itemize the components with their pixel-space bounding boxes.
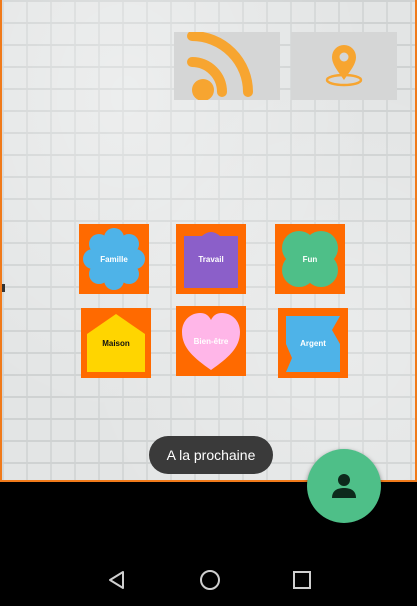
category-argent-button[interactable]: Argent: [278, 308, 348, 378]
category-label: Bien-être: [193, 336, 229, 346]
category-travail-button[interactable]: Travail: [176, 224, 246, 294]
rss-icon: [187, 31, 253, 101]
profile-fab-button[interactable]: [307, 449, 381, 523]
category-label: Travail: [198, 254, 224, 264]
recent-square-icon: [293, 571, 311, 589]
toast-text: A la prochaine: [166, 447, 256, 463]
rss-button[interactable]: [174, 31, 280, 101]
category-fun-button[interactable]: Fun: [275, 224, 345, 294]
back-triangle-icon: [109, 571, 124, 589]
phone-screen: Famille Travail Fun Maison Bien-être Arg…: [0, 0, 417, 606]
toast-message: A la prochaine: [149, 436, 273, 474]
location-button[interactable]: [291, 32, 397, 100]
category-label: Famille: [100, 254, 128, 264]
category-bienetre-button[interactable]: Bien-être: [176, 306, 246, 376]
home-circle-icon: [200, 570, 220, 590]
category-famille-button[interactable]: Famille: [79, 224, 149, 294]
category-label: Maison: [102, 338, 130, 348]
edge-marker: [2, 284, 5, 292]
nav-recent-apps-button[interactable]: [289, 567, 315, 593]
category-label: Argent: [300, 338, 326, 348]
nav-home-button[interactable]: [197, 567, 223, 593]
person-icon: [332, 474, 356, 498]
system-navigation-bar: [0, 555, 417, 606]
category-maison-button[interactable]: Maison: [81, 308, 151, 378]
category-label: Fun: [302, 254, 318, 264]
app-content: Famille Travail Fun Maison Bien-être Arg…: [0, 0, 417, 482]
nav-back-button[interactable]: [104, 567, 130, 593]
location-pin-icon: [325, 45, 363, 87]
